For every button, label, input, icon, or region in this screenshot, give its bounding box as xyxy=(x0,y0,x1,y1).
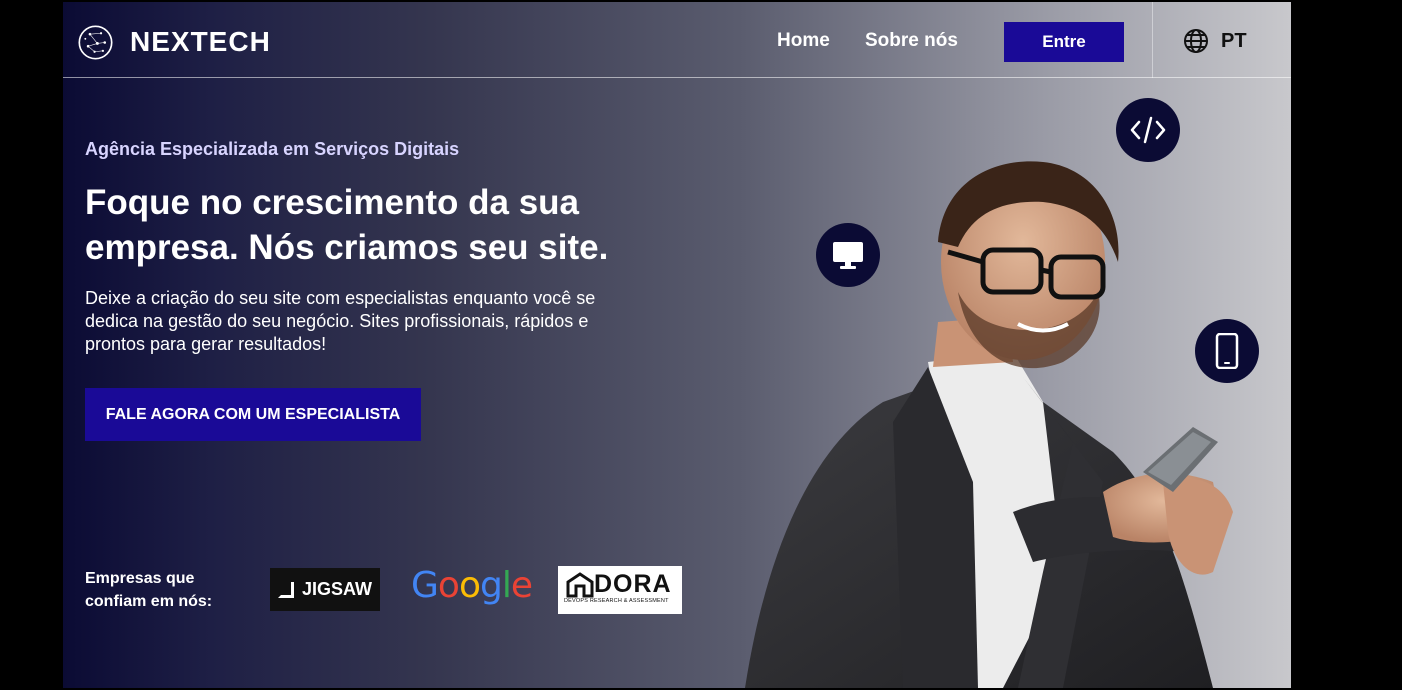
brand-logo[interactable]: NEXTECH xyxy=(77,22,271,62)
partner-logo-dora: DORA DEVOPS RESEARCH & ASSESSMENT xyxy=(558,566,682,614)
desktop-bubble xyxy=(816,223,880,287)
globe-icon xyxy=(1184,29,1208,53)
language-selector[interactable]: PT xyxy=(1183,28,1247,54)
landing-page: NEXTECH Home Sobre nós Entre PT Agência … xyxy=(63,2,1291,688)
hero-subtext: Deixe a criação do seu site com especial… xyxy=(85,288,596,354)
jigsaw-mark-icon xyxy=(277,581,294,598)
mobile-icon xyxy=(1215,333,1239,369)
header-divider xyxy=(1152,2,1153,78)
language-code: PT xyxy=(1221,29,1247,52)
site-header: NEXTECH Home Sobre nós Entre PT xyxy=(63,2,1291,78)
nav-about-link[interactable]: Sobre nós xyxy=(865,30,958,52)
partner-dora-name: DORA xyxy=(594,570,672,598)
code-bubble xyxy=(1116,98,1180,162)
nav-home-link[interactable]: Home xyxy=(777,30,830,52)
partner-logo-jigsaw: JIGSAW xyxy=(270,568,380,611)
mobile-bubble xyxy=(1195,319,1259,383)
dora-mark-icon xyxy=(566,572,594,598)
login-button[interactable]: Entre xyxy=(1004,22,1124,62)
partners-label: Empresas que confiam em nós: xyxy=(85,570,213,610)
hero-headline: Foque no crescimento da sua empresa. Nós… xyxy=(85,183,609,267)
partner-jigsaw-name: JIGSAW xyxy=(301,579,372,599)
partner-dora-subtitle: DEVOPS RESEARCH & ASSESSMENT xyxy=(564,598,669,604)
hero-eyebrow: Agência Especializada em Serviços Digita… xyxy=(85,139,460,159)
contact-specialist-button[interactable]: FALE AGORA COM UM ESPECIALISTA xyxy=(85,388,421,441)
constellation-logo-icon xyxy=(78,24,113,60)
partner-logo-google: Google xyxy=(411,565,533,606)
brand-name: NEXTECH xyxy=(130,26,271,57)
desktop-icon xyxy=(833,242,863,269)
code-icon xyxy=(1130,116,1166,144)
